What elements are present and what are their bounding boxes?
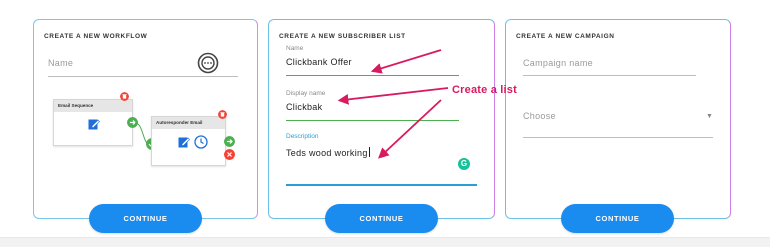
- annotation-arrows: [337, 49, 449, 159]
- annotation-label: Create a list: [452, 84, 517, 96]
